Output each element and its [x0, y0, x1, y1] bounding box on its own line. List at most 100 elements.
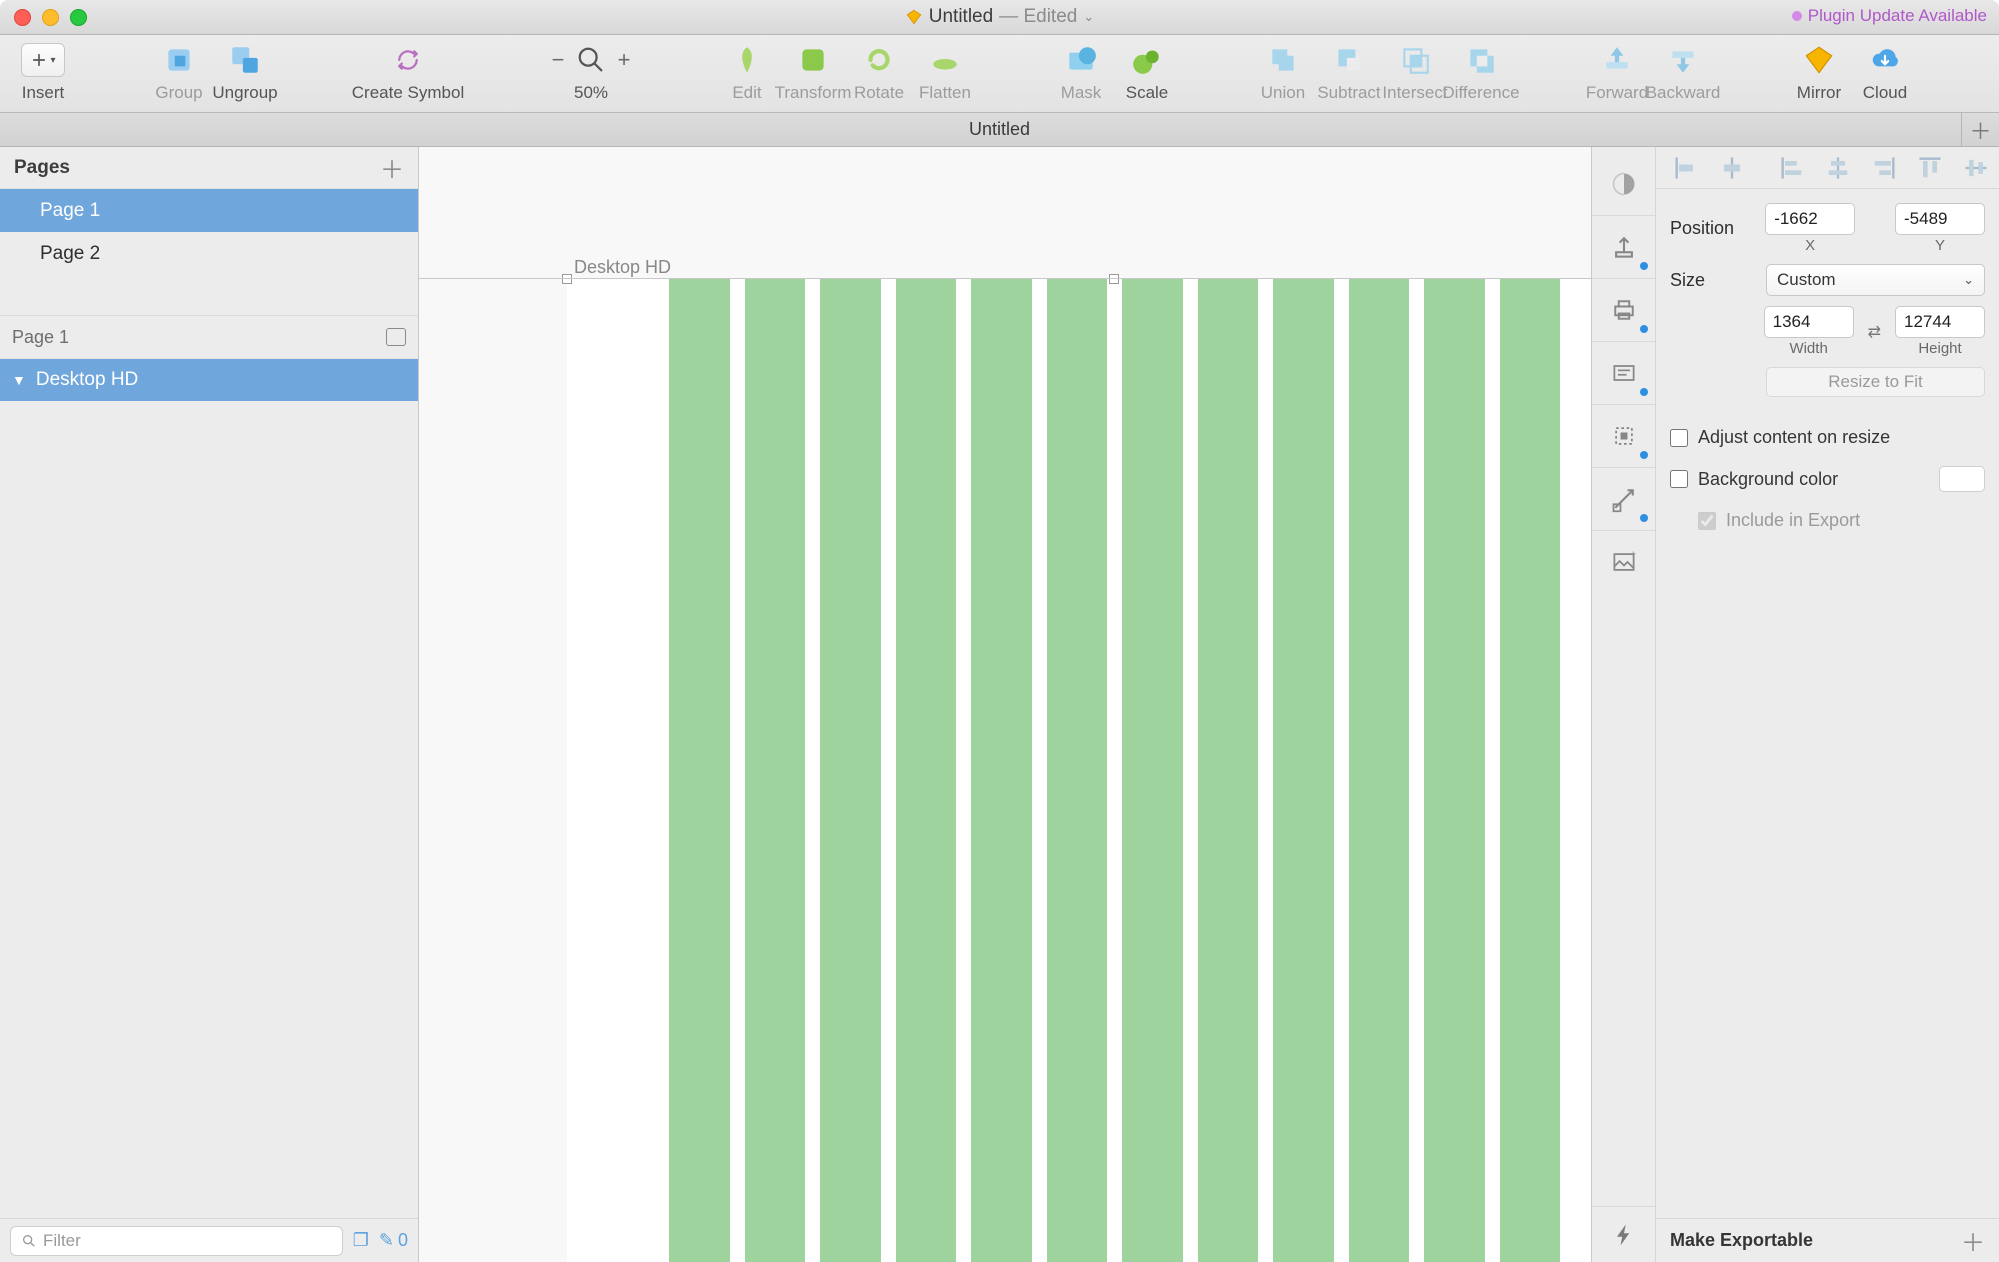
inspector-tool-rail: + — [1591, 147, 1655, 1262]
rail-export-tool[interactable] — [1592, 216, 1656, 278]
mirror-button[interactable]: Mirror — [1786, 39, 1852, 103]
filter-input[interactable]: Filter — [10, 1226, 343, 1256]
selection-handle[interactable] — [562, 274, 572, 284]
selection-handle[interactable] — [1109, 274, 1119, 284]
subtract-button[interactable]: Subtract — [1316, 39, 1382, 103]
layout-column — [896, 279, 957, 1262]
difference-button[interactable]: Difference — [1448, 39, 1514, 103]
edit-button[interactable]: Edit — [714, 39, 780, 103]
insert-button[interactable]: ▾ Insert — [10, 39, 76, 103]
selection-count[interactable]: ✎ 0 — [379, 1230, 408, 1251]
pages-mini-icon[interactable]: ❐ — [353, 1230, 369, 1251]
size-preset-select[interactable]: Custom ⌄ — [1766, 264, 1985, 296]
background-color-row[interactable]: Background color — [1670, 462, 1985, 496]
inspector-panel: Position X Y Size Custom ⌄ — [1655, 147, 1999, 1262]
artboard[interactable] — [567, 279, 1591, 1262]
minimize-window-button[interactable] — [42, 9, 59, 26]
rail-slice-tool[interactable] — [1592, 405, 1656, 467]
create-symbol-button[interactable]: Create Symbol — [348, 39, 468, 103]
group-button[interactable]: Group — [146, 39, 212, 103]
sketch-document-icon — [905, 8, 923, 26]
scale-button[interactable]: Scale — [1114, 39, 1180, 103]
position-x-input[interactable] — [1765, 203, 1855, 235]
background-color-checkbox[interactable] — [1670, 470, 1688, 488]
mask-button[interactable]: Mask — [1048, 39, 1114, 103]
chevron-down-icon: ⌄ — [1963, 272, 1974, 288]
transform-button[interactable]: Transform — [780, 39, 846, 103]
align-top-icon[interactable] — [1916, 154, 1944, 182]
rail-align-tool[interactable] — [1592, 153, 1656, 215]
layout-column — [1273, 279, 1334, 1262]
flatten-button[interactable]: Flatten — [912, 39, 978, 103]
rail-print-icon — [1610, 296, 1638, 324]
include-in-export-row: Include in Export — [1670, 506, 1985, 535]
rail-vector-tool[interactable] — [1592, 468, 1656, 530]
align-vcenter-icon[interactable] — [1962, 154, 1990, 182]
title-dropdown-icon[interactable]: ⌄ — [1083, 9, 1094, 25]
intersect-button[interactable]: Intersect — [1382, 39, 1448, 103]
plugin-update-text: Plugin Update Available — [1808, 6, 1987, 26]
adjust-content-label: Adjust content on resize — [1698, 427, 1890, 448]
rotate-icon — [862, 43, 896, 77]
rail-bolt-tool[interactable] — [1592, 1206, 1655, 1262]
close-window-button[interactable] — [14, 9, 31, 26]
breadcrumb[interactable]: Page 1 — [0, 315, 418, 359]
page-item-2[interactable]: Page 2 — [0, 232, 418, 275]
layout-column — [971, 279, 1032, 1262]
position-y-input[interactable] — [1895, 203, 1985, 235]
rail-print-tool[interactable] — [1592, 279, 1656, 341]
cloud-button[interactable]: Cloud — [1852, 39, 1918, 103]
width-input[interactable] — [1764, 306, 1854, 338]
align-left2-icon[interactable] — [1778, 154, 1806, 182]
union-icon — [1266, 43, 1300, 77]
align-left-icon[interactable] — [1672, 154, 1700, 182]
plugin-update-badge[interactable]: Plugin Update Available — [1792, 6, 1987, 26]
breadcrumb-up-icon[interactable] — [386, 328, 406, 346]
backward-button[interactable]: Backward — [1650, 39, 1716, 103]
background-color-label: Background color — [1698, 469, 1838, 490]
rail-text-tool[interactable] — [1592, 342, 1656, 404]
add-tab-button[interactable]: ＋ — [1961, 113, 1999, 147]
svg-text:+: + — [1630, 549, 1636, 561]
ungroup-button[interactable]: Ungroup — [212, 39, 278, 103]
bolt-icon — [1610, 1221, 1638, 1249]
add-exportable-button[interactable]: ＋ — [1961, 1223, 1985, 1258]
page-item-1[interactable]: Page 1 — [0, 189, 418, 232]
align-hcenter2-icon[interactable] — [1824, 154, 1852, 182]
align-right-icon[interactable] — [1870, 154, 1898, 182]
layer-item-desktop-hd[interactable]: ▼ Desktop HD — [0, 359, 418, 401]
resize-to-fit-button[interactable]: Resize to Fit — [1766, 367, 1985, 397]
rail-export-icon — [1610, 233, 1638, 261]
layout-columns — [567, 279, 1591, 1262]
union-button[interactable]: Union — [1250, 39, 1316, 103]
zoom-in-button[interactable]: + — [614, 47, 634, 73]
layer-filter-bar: Filter ❐ ✎ 0 — [0, 1218, 418, 1262]
view-button[interactable]: ▾View — [1988, 39, 1999, 103]
main-toolbar: ▾ Insert Group Ungroup Create Symbol − +… — [0, 35, 1999, 113]
group-icon — [162, 43, 196, 77]
layout-column — [1500, 279, 1561, 1262]
adjust-content-checkbox[interactable] — [1670, 429, 1688, 447]
forward-button[interactable]: Forward — [1584, 39, 1650, 103]
zoom-out-button[interactable]: − — [548, 47, 568, 73]
swap-dimensions-icon[interactable]: ⇄ — [1864, 322, 1885, 342]
scale-icon — [1130, 43, 1164, 77]
rail-image-tool[interactable]: + — [1592, 531, 1656, 593]
disclosure-triangle-icon[interactable]: ▼ — [12, 372, 26, 388]
canvas[interactable]: Desktop HD — [419, 147, 1591, 1262]
add-page-button[interactable]: ＋ — [380, 150, 404, 185]
align-hcenter-icon[interactable] — [1718, 154, 1746, 182]
background-color-swatch[interactable] — [1939, 466, 1985, 492]
magnifier-icon — [576, 45, 606, 75]
zoom-window-button[interactable] — [70, 9, 87, 26]
make-exportable-header[interactable]: Make Exportable ＋ — [1656, 1218, 1999, 1262]
document-tab[interactable]: Untitled — [969, 119, 1030, 140]
left-panel: Pages ＋ Page 1 Page 2 Page 1 ▼ Desktop H… — [0, 147, 419, 1262]
height-input[interactable] — [1895, 306, 1985, 338]
adjust-content-checkbox-row[interactable]: Adjust content on resize — [1670, 423, 1985, 452]
artboard-label[interactable]: Desktop HD — [574, 257, 671, 278]
layer-item-label: Desktop HD — [36, 369, 138, 391]
rotate-button[interactable]: Rotate — [846, 39, 912, 103]
zoom-control[interactable]: − + 50% — [558, 39, 624, 103]
forward-icon — [1600, 43, 1634, 77]
